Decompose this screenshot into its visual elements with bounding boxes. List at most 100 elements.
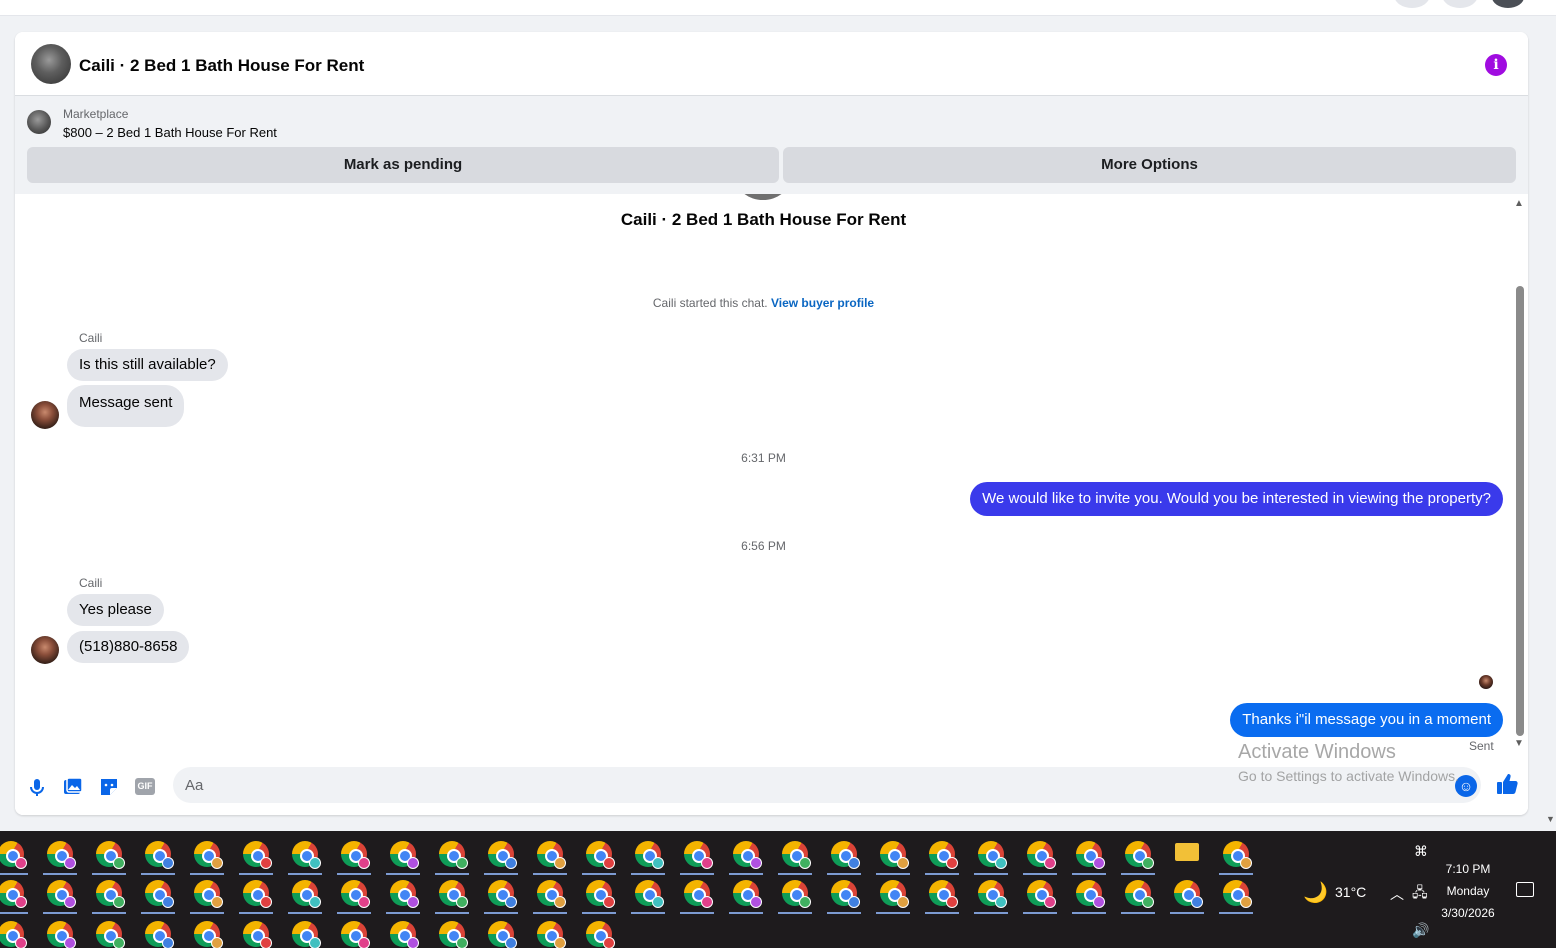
clock-time[interactable]: 7:10 PM — [1432, 862, 1504, 876]
chrome-icon[interactable] — [292, 841, 321, 869]
notifications-button[interactable] — [1442, 0, 1478, 8]
chrome-icon[interactable] — [733, 841, 762, 869]
chrome-icon[interactable] — [0, 921, 27, 948]
gif-icon[interactable]: GIF — [135, 778, 155, 795]
chrome-icon[interactable] — [341, 841, 370, 869]
listing-thumbnail[interactable] — [27, 110, 51, 134]
like-icon[interactable] — [1493, 772, 1521, 800]
chrome-icon[interactable] — [390, 841, 419, 869]
chrome-icon[interactable] — [96, 921, 125, 948]
chrome-icon[interactable] — [390, 880, 419, 908]
chrome-icon[interactable] — [488, 841, 517, 869]
chrome-icon[interactable] — [145, 880, 174, 908]
clock-date[interactable]: 3/30/2026 — [1432, 906, 1504, 920]
chrome-icon[interactable] — [488, 921, 517, 948]
scrollbar-thumb[interactable] — [1516, 286, 1524, 736]
chrome-icon[interactable] — [145, 841, 174, 869]
temperature[interactable]: 31°C — [1335, 884, 1366, 900]
incoming-message[interactable]: Is this still available? — [67, 349, 228, 381]
menu-button[interactable] — [1394, 0, 1430, 8]
chrome-icon[interactable] — [47, 880, 76, 908]
chrome-icon[interactable] — [1125, 841, 1154, 869]
chrome-icon[interactable] — [243, 921, 272, 948]
chrome-icon[interactable] — [0, 841, 27, 869]
volume-icon[interactable]: 🔊 — [1412, 922, 1429, 939]
message-list[interactable]: Caili · 2 Bed 1 Bath House For Rent Cail… — [15, 194, 1528, 764]
network-icon[interactable]: 🖧 — [1412, 882, 1428, 906]
chrome-icon[interactable] — [684, 880, 713, 908]
chrome-icon[interactable] — [978, 841, 1007, 869]
chrome-icon[interactable] — [880, 841, 909, 869]
chrome-icon[interactable] — [1027, 880, 1056, 908]
chrome-icon[interactable] — [1223, 880, 1252, 908]
chrome-icon[interactable] — [439, 921, 468, 948]
view-buyer-profile-link[interactable]: View buyer profile — [771, 296, 874, 310]
chrome-icon[interactable] — [292, 921, 321, 948]
chrome-icon[interactable] — [47, 841, 76, 869]
listing-price-title[interactable]: $800 – 2 Bed 1 Bath House For Rent — [63, 125, 277, 140]
chrome-icon[interactable] — [831, 841, 860, 869]
scrollbar[interactable]: ▲ ▼ — [1512, 194, 1528, 764]
chrome-icon[interactable] — [194, 880, 223, 908]
incoming-message[interactable]: Yes please — [67, 594, 164, 626]
chrome-icon[interactable] — [96, 880, 125, 908]
chrome-icon[interactable] — [1125, 880, 1154, 908]
chrome-icon[interactable] — [145, 921, 174, 948]
chrome-icon[interactable] — [586, 880, 615, 908]
chrome-icon[interactable] — [929, 841, 958, 869]
chrome-icon[interactable] — [1076, 880, 1105, 908]
chrome-icon[interactable] — [684, 841, 713, 869]
chrome-icon[interactable] — [194, 841, 223, 869]
chrome-icon[interactable] — [978, 880, 1007, 908]
info-icon[interactable]: i — [1485, 54, 1507, 76]
chrome-icon[interactable] — [929, 880, 958, 908]
outgoing-message[interactable]: Thanks i"il message you in a moment — [1230, 703, 1503, 737]
chrome-icon[interactable] — [537, 921, 566, 948]
chrome-icon[interactable] — [439, 880, 468, 908]
chrome-icon[interactable] — [635, 880, 664, 908]
mark-as-pending-button[interactable]: Mark as pending — [27, 147, 779, 183]
chrome-icon[interactable] — [0, 880, 27, 908]
chrome-icon[interactable] — [537, 841, 566, 869]
chrome-icon[interactable] — [292, 880, 321, 908]
listing-avatar[interactable] — [31, 44, 71, 84]
sticker-icon[interactable] — [98, 776, 120, 798]
photo-icon[interactable] — [62, 776, 84, 798]
incoming-message[interactable]: Message sent — [67, 385, 185, 427]
chrome-icon[interactable] — [586, 841, 615, 869]
chrome-icon[interactable] — [831, 880, 860, 908]
chrome-icon[interactable] — [47, 921, 76, 948]
sender-avatar[interactable] — [31, 401, 59, 429]
chrome-icon[interactable] — [880, 880, 909, 908]
notifications-icon[interactable] — [1516, 882, 1534, 897]
chrome-icon[interactable] — [243, 880, 272, 908]
scroll-up-arrow-icon[interactable]: ▲ — [1514, 198, 1524, 209]
chrome-icon[interactable] — [586, 921, 615, 948]
chrome-icon[interactable] — [1223, 841, 1252, 869]
account-avatar[interactable] — [1492, 0, 1524, 8]
meet-now-icon[interactable]: ⌘ — [1414, 843, 1428, 860]
chrome-icon[interactable] — [782, 841, 811, 869]
sender-avatar[interactable] — [31, 636, 59, 664]
incoming-message[interactable]: (518)880-8658 — [67, 631, 190, 663]
chrome-icon[interactable] — [439, 841, 468, 869]
scroll-down-arrow-icon[interactable]: ▼ — [1514, 738, 1524, 749]
chrome-icon[interactable] — [537, 880, 566, 908]
chat-title[interactable]: Caili · 2 Bed 1 Bath House For Rent — [79, 56, 364, 76]
chrome-icon[interactable] — [96, 841, 125, 869]
chrome-icon[interactable] — [341, 880, 370, 908]
chevron-up-icon[interactable]: ︿ — [1390, 884, 1404, 904]
chrome-icon[interactable] — [782, 880, 811, 908]
chrome-icon[interactable] — [341, 921, 370, 948]
chrome-icon[interactable] — [1027, 841, 1056, 869]
chrome-icon[interactable] — [488, 880, 517, 908]
microphone-icon[interactable] — [26, 776, 48, 798]
moon-weather-icon[interactable]: 🌙 — [1303, 880, 1328, 905]
more-options-button[interactable]: More Options — [783, 147, 1516, 183]
chrome-icon[interactable] — [733, 880, 762, 908]
file-explorer-icon[interactable] — [1175, 843, 1199, 861]
chrome-icon[interactable] — [1174, 880, 1203, 908]
chrome-icon[interactable] — [194, 921, 223, 948]
chrome-icon[interactable] — [635, 841, 664, 869]
chrome-icon[interactable] — [390, 921, 419, 948]
